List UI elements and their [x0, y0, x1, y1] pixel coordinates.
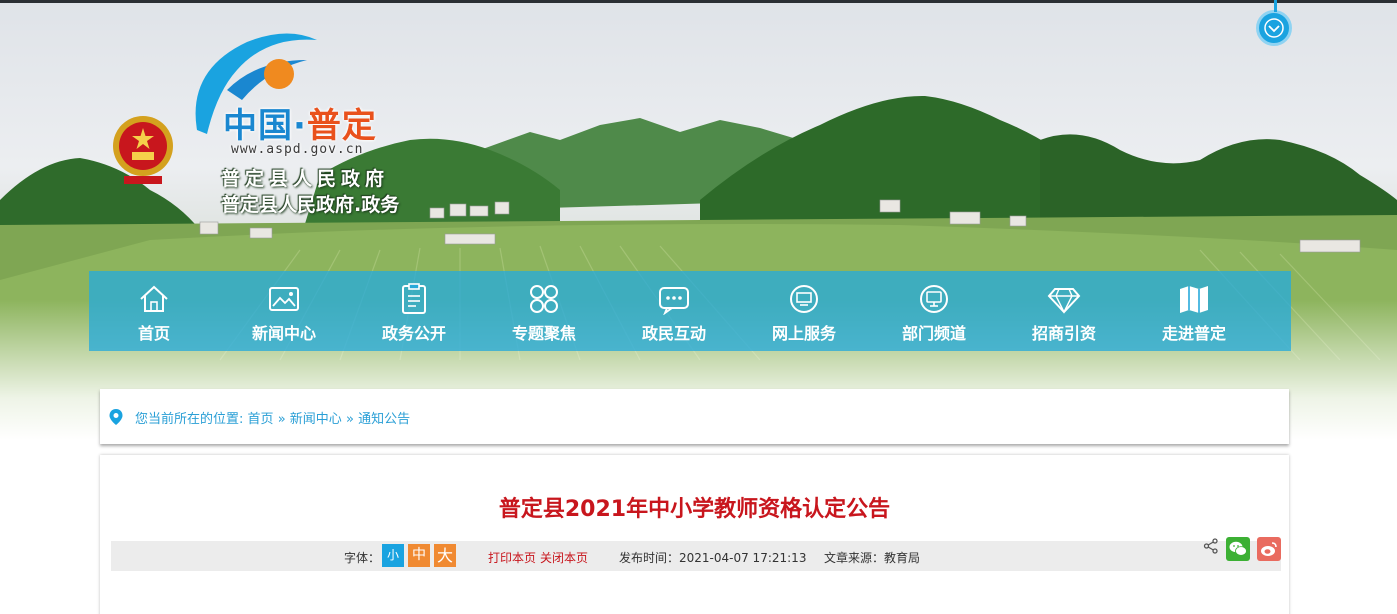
home-icon: [140, 285, 168, 312]
article-meta-bar: 字体： 小 中 大 打印本页 关闭本页 发布时间：2021-04-07 17:2…: [111, 541, 1281, 571]
close-page-link[interactable]: 关闭本页: [540, 549, 588, 566]
nav-item-investment[interactable]: 招商引资: [999, 271, 1129, 351]
breadcrumb-prefix: 您当前所在的位置:: [135, 412, 244, 427]
logo-url: www.aspd.gov.cn: [231, 142, 364, 157]
expand-toggle-button[interactable]: [1256, 0, 1292, 46]
nav-label: 专题聚焦: [511, 324, 576, 343]
site-logo[interactable]: 中国·普定 www.aspd.gov.cn 普定县人民政府 普定县人民政府.政务: [105, 30, 415, 230]
nav-item-topics[interactable]: 专题聚焦: [479, 271, 609, 351]
national-emblem-icon: [113, 116, 173, 184]
nav-label: 招商引资: [1031, 324, 1096, 343]
grid-circles-icon: [530, 285, 558, 313]
wechat-icon: [1229, 541, 1247, 556]
nav-label: 政务公开: [381, 324, 446, 343]
nav-item-online-service[interactable]: 网上服务: [739, 271, 869, 351]
print-page-link[interactable]: 打印本页: [488, 549, 536, 566]
weibo-icon: [1261, 542, 1277, 556]
weibo-share-button[interactable]: [1257, 537, 1281, 561]
breadcrumb-separator: »: [345, 412, 354, 427]
breadcrumb: 您当前所在的位置: 首页 » 新闻中心 » 通知公告: [100, 389, 1289, 444]
breadcrumb-news-link[interactable]: 新闻中心: [290, 412, 342, 427]
location-pin-icon: [109, 409, 123, 425]
wechat-share-button[interactable]: [1226, 537, 1250, 561]
breadcrumb-home-link[interactable]: 首页: [248, 412, 274, 427]
breadcrumb-notice-link[interactable]: 通知公告: [358, 412, 410, 427]
nav-label: 新闻中心: [251, 324, 316, 343]
article-source: 文章来源：教育局: [824, 551, 921, 565]
article-panel: 普定县2021年中小学教师资格认定公告 字体： 小 中 大 打印本页 关闭本页 …: [100, 455, 1289, 614]
chevron-down-icon: [1264, 18, 1284, 38]
screen-icon: [920, 285, 948, 313]
nav-item-departments[interactable]: 部门频道: [869, 271, 999, 351]
nav-label: 政民互动: [641, 324, 706, 343]
breadcrumb-text: 您当前所在的位置: 首页 » 新闻中心 » 通知公告: [135, 408, 410, 427]
nav-item-interaction[interactable]: 政民互动: [609, 271, 739, 351]
chat-icon: [659, 287, 689, 315]
logo-title: 中国·普定: [223, 106, 377, 146]
font-size-label: 字体：: [344, 551, 381, 565]
logo-government-name: 普定县人民政府: [221, 168, 390, 190]
document-icon: [402, 283, 426, 314]
image-icon: [269, 287, 299, 311]
nav-label: 网上服务: [771, 324, 836, 343]
font-medium-button[interactable]: 中: [408, 544, 430, 567]
nav-item-home[interactable]: 首页: [89, 271, 219, 351]
nav-item-news[interactable]: 新闻中心: [219, 271, 349, 351]
main-nav: 首页 新闻中心 政务公开 专题聚焦 政民互动 网上服务 部门频道 招商引资 走进…: [89, 271, 1291, 351]
article-title: 普定县2021年中小学教师资格认定公告: [498, 497, 891, 522]
nav-item-gov-affairs[interactable]: 政务公开: [349, 271, 479, 351]
toggle-stem: [1274, 0, 1277, 12]
nav-item-about-puding[interactable]: 走进普定: [1129, 271, 1259, 351]
nav-label: 首页: [137, 324, 170, 343]
share-icon[interactable]: [1203, 538, 1219, 554]
publish-time: 发布时间：2021-04-07 17:21:13: [619, 551, 807, 565]
breadcrumb-separator: »: [277, 412, 286, 427]
monitor-icon: [790, 285, 818, 313]
diamond-icon: [1047, 288, 1081, 314]
nav-label: 部门频道: [901, 324, 966, 343]
nav-label: 走进普定: [1161, 324, 1226, 343]
font-large-button[interactable]: 大: [434, 544, 456, 567]
map-icon: [1180, 286, 1208, 313]
logo-government-subname: 普定县人民政府.政务: [221, 194, 400, 216]
font-small-button[interactable]: 小: [382, 544, 404, 567]
